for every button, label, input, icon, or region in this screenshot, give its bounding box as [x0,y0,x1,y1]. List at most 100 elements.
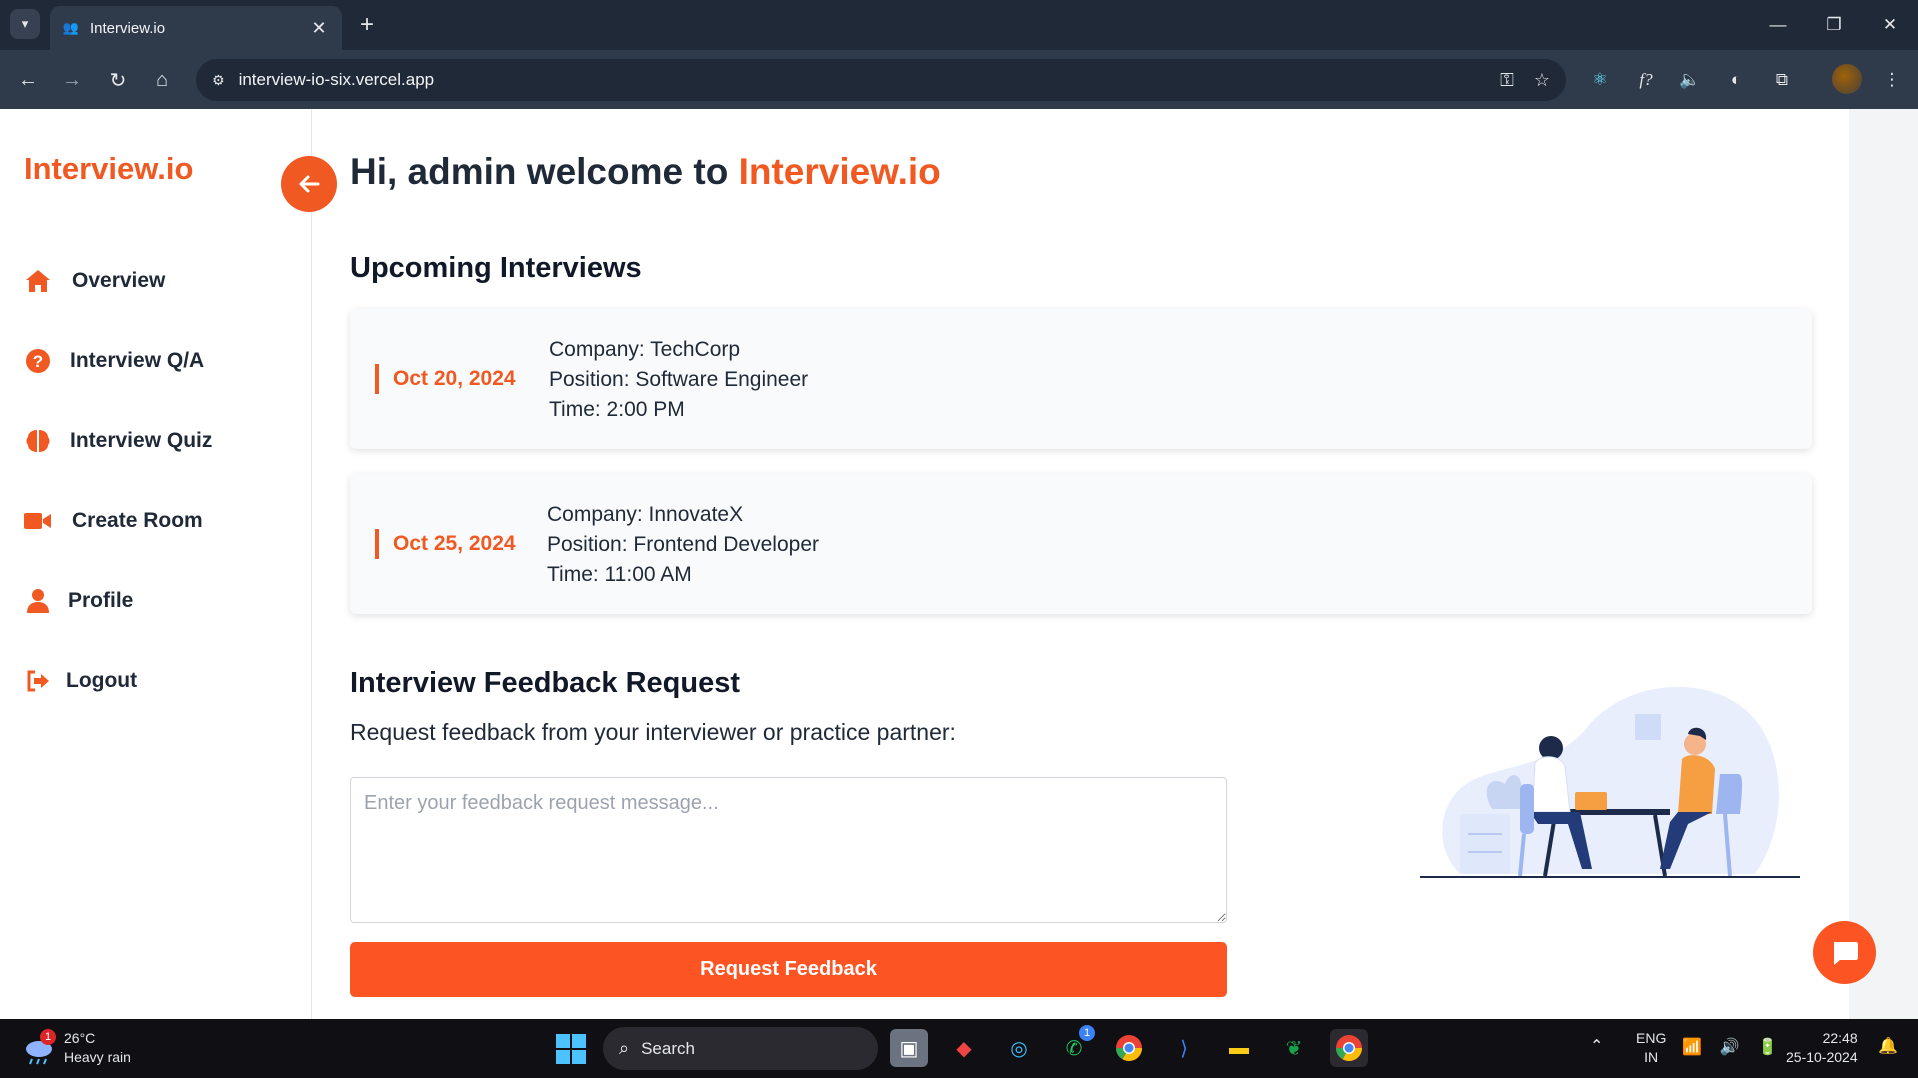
restore-icon[interactable]: ❐ [1806,0,1862,50]
sidebar-item-interview-quiz[interactable]: Interview Quiz [24,427,212,455]
react-devtools-icon[interactable]: ⚛ [1584,64,1616,96]
new-tab-button[interactable]: + [352,10,382,40]
brand-logo[interactable]: Interview.io [24,151,193,187]
home-icon [24,267,52,295]
taskbar-search[interactable]: ⌕ Search [603,1027,878,1070]
sidebar-item-label: Logout [66,669,138,692]
close-window-icon[interactable]: ✕ [1862,0,1918,50]
welcome-brand: Interview.io [738,151,941,192]
profile-avatar[interactable] [1832,64,1862,94]
interview-time: Time: 2:00 PM [549,398,685,421]
welcome-heading: Hi, admin welcome to Interview.io [350,151,941,193]
windows-start-icon[interactable] [556,1034,586,1064]
file-explorer-icon[interactable]: ▬ [1220,1029,1258,1067]
sidebar-item-label: Interview Quiz [70,429,213,452]
password-key-icon[interactable]: ⚿ [1500,70,1514,91]
weather-badge: 1 [40,1029,56,1045]
user-icon [24,587,52,615]
interview-illustration [1420,686,1800,878]
clock-date: 25-10-2024 [1786,1049,1858,1065]
back-nav-icon[interactable]: ← [12,64,44,96]
page-scrollbar[interactable] [1849,109,1918,1019]
clock-time: 22:48 [1822,1030,1858,1046]
browser-tab[interactable]: 👥 Interview.io ✕ [50,6,342,50]
browser-tab-bar: ▾ 👥 Interview.io ✕ + — ❐ ✕ [0,0,1918,50]
logout-icon [24,667,52,695]
wifi-icon: 📶 [1682,1039,1702,1056]
interview-card: Oct 25, 2024 Company: InnovateX Position… [350,474,1812,614]
feedback-title: Interview Feedback Request [350,667,741,699]
interview-position: Position: Frontend Developer [547,533,819,556]
chat-button[interactable] [1813,921,1876,984]
language-code: ENG [1636,1030,1667,1046]
minimize-icon[interactable]: — [1750,0,1806,50]
weather-desc: Heavy rain [64,1049,131,1065]
show-hidden-icons[interactable]: ⌃ [1590,1037,1603,1056]
edge-browser-icon[interactable]: ◎ [1000,1029,1038,1067]
tab-search-button[interactable]: ▾ [10,9,40,39]
upcoming-interviews-title: Upcoming Interviews [350,252,642,284]
brain-icon [24,427,52,455]
mongodb-icon[interactable]: ❦ [1275,1029,1313,1067]
sidebar-item-label: Overview [72,269,166,292]
interview-date: Oct 25, 2024 [375,529,516,559]
vscode-icon[interactable]: ⟩ [1165,1029,1203,1067]
arrow-left-icon [299,175,320,193]
app-red-diamond-icon[interactable]: ◆ [945,1029,983,1067]
task-view-icon[interactable]: ▣ [890,1029,928,1067]
request-feedback-button[interactable]: Request Feedback [350,942,1227,997]
volume-icon: 🔊 [1719,1039,1740,1056]
language-indicator[interactable]: ENG IN [1636,1029,1666,1067]
whatsapp-badge: 1 [1079,1025,1095,1041]
url-field[interactable]: ⚙ interview-io-six.vercel.app ⚿ ☆ [196,59,1566,101]
interview-date: Oct 20, 2024 [375,364,516,394]
whatsapp-icon[interactable]: ✆ 1 [1055,1025,1095,1067]
address-bar: ← → ↻ ⌂ ⚙ interview-io-six.vercel.app ⚿ … [0,50,1918,109]
interview-company: Company: TechCorp [549,338,741,361]
site-info-icon[interactable]: ⚙ [212,72,225,89]
chrome-icon[interactable] [1110,1029,1148,1067]
clock[interactable]: 22:48 25-10-2024 [1786,1029,1858,1067]
font-extension-icon[interactable]: f? [1630,64,1662,96]
video-icon [24,507,52,535]
home-nav-icon[interactable]: ⌂ [146,64,178,96]
svg-text:?: ? [33,352,43,371]
extensions-puzzle-icon[interactable]: ⧉ [1766,64,1798,96]
tab-title: Interview.io [90,19,166,37]
forward-nav-icon[interactable]: → [56,64,88,96]
battery-icon: 🔋 [1757,1039,1778,1056]
weather-widget[interactable]: 1 26°C Heavy rain [22,1029,131,1067]
question-icon: ? [24,347,52,375]
sidebar-item-interview-qa[interactable]: ? Interview Q/A [24,347,204,375]
welcome-text: Hi, admin welcome to [350,151,729,192]
interview-details: Company: TechCorp Position: Software Eng… [549,335,808,425]
volume-extension-icon[interactable]: 🔈 [1674,64,1706,96]
sidebar-item-profile[interactable]: Profile [24,587,133,615]
interview-card: Oct 20, 2024 Company: TechCorp Position:… [350,309,1812,449]
browser-menu-icon[interactable]: ⋮ [1876,64,1908,96]
weather-cloud-icon: 1 [22,1029,56,1065]
close-tab-icon[interactable]: ✕ [308,18,330,39]
sidebar-item-label: Create Room [72,509,203,532]
region-code: IN [1644,1049,1659,1065]
sidebar-item-label: Interview Q/A [70,349,205,372]
sidebar-item-create-room[interactable]: Create Room [24,507,203,535]
interview-company: Company: InnovateX [547,503,744,526]
url-text: interview-io-six.vercel.app [238,70,435,89]
bookmark-star-icon[interactable]: ☆ [1534,70,1550,91]
feedback-message-input[interactable] [350,777,1227,923]
interview-time: Time: 11:00 AM [547,563,692,586]
sidebar-item-overview[interactable]: Overview [24,267,165,295]
interview-position: Position: Software Engineer [549,368,809,391]
notification-bell-icon[interactable]: 🔔 [1878,1037,1898,1056]
collapse-sidebar-button[interactable] [281,156,337,212]
interview-details: Company: InnovateX Position: Frontend De… [547,500,819,590]
sidebar-item-label: Profile [68,589,134,612]
system-tray[interactable]: 📶 🔊 🔋 [1682,1037,1778,1057]
dark-mode-extension-icon[interactable]: ◐ [1720,64,1752,96]
reload-icon[interactable]: ↻ [102,64,134,96]
chrome-active-icon[interactable] [1330,1029,1368,1067]
site-favicon-icon: 👥 [62,20,80,35]
window-controls: — ❐ ✕ [1750,0,1918,50]
sidebar-item-logout[interactable]: Logout [24,667,137,695]
